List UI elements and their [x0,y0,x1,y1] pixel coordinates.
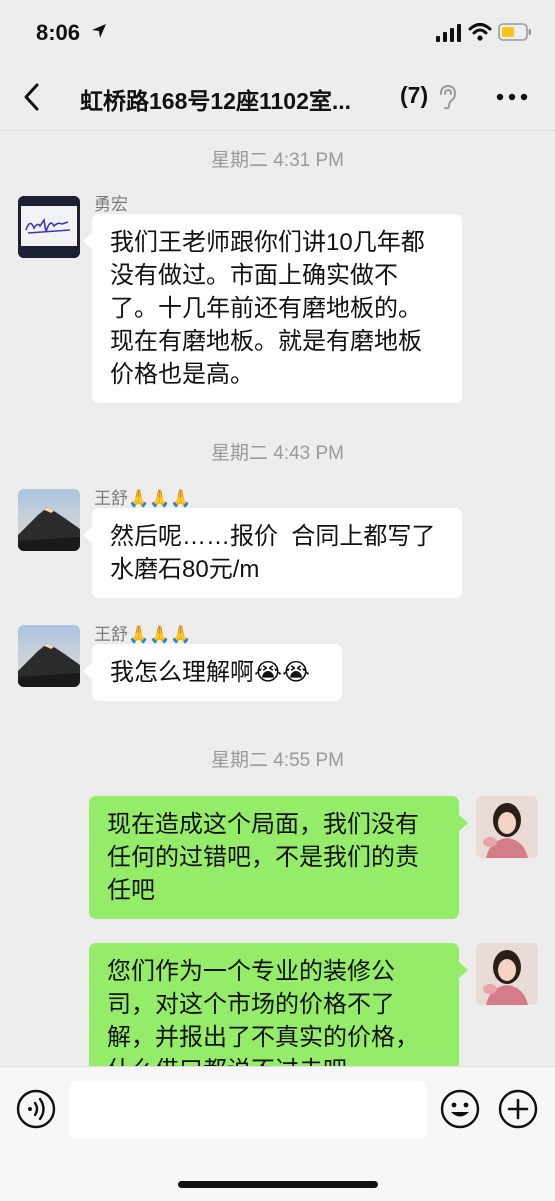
status-bar: 8:06 [0,0,555,64]
cellular-signal-icon [436,24,461,42]
ear-icon [440,84,457,110]
message-text: 然后呢……报价 合同上都写了 水磨石80元/m [110,523,436,583]
chevron-left-icon[interactable] [20,82,44,112]
message-text: 现在造成这个局面，我们没有 任何的过错吧，不是我们的责 任吧 [107,811,419,904]
message-text: 我们王老师跟你们讲10几年都 没有做过。市面上确实做不 了。十几年前还有磨地板的… [110,229,425,388]
signature-avatar-image [18,196,80,258]
portrait-avatar-image [476,796,538,858]
portrait-avatar-image [476,943,538,1005]
message-bubble[interactable]: 我怎么理解啊😭😭 [83,644,342,701]
message-bubble[interactable]: 我们王老师跟你们讲10几年都 没有做过。市面上确实做不 了。十几年前还有磨地板的… [83,214,462,403]
more-dots-icon[interactable] [496,92,528,102]
message-text: 我怎么理解啊😭😭 [110,659,311,686]
avatar[interactable] [18,196,80,258]
home-indicator [178,1181,378,1188]
avatar-self[interactable] [476,796,538,858]
sender-name: 王舒🙏🙏🙏 [94,489,192,508]
timestamp: 星期二 4:55 PM [210,750,345,771]
message-input[interactable] [70,1081,426,1139]
timestamp: 星期二 4:43 PM [210,443,345,464]
mountain-avatar-image [18,625,80,687]
voice-input-icon[interactable] [16,1089,56,1129]
sender-name: 王舒🙏🙏🙏 [94,625,192,644]
message-bubble[interactable]: 然后呢……报价 合同上都写了 水磨石80元/m [83,508,462,598]
avatar[interactable] [18,625,80,687]
emoji-icon[interactable] [440,1089,480,1129]
chat-header: 虹桥路168号12座1102室... (7) [0,64,555,131]
location-arrow-icon [92,24,106,38]
status-time: 8:06 [36,20,81,45]
plus-icon[interactable] [498,1089,538,1129]
sender-name: 勇宏 [94,195,128,214]
battery-icon [498,23,531,41]
input-bar [0,1066,555,1201]
wifi-icon [468,23,492,41]
timestamp: 星期二 4:31 PM [210,150,345,171]
avatar[interactable] [18,489,80,551]
message-bubble-self[interactable]: 现在造成这个局面，我们没有 任何的过错吧，不是我们的责 任吧 [89,796,468,919]
chat-title[interactable]: 虹桥路168号12座1102室... [80,82,351,116]
member-count: (7) [400,82,429,108]
mountain-avatar-image [18,489,80,551]
avatar-self[interactable] [476,943,538,1005]
